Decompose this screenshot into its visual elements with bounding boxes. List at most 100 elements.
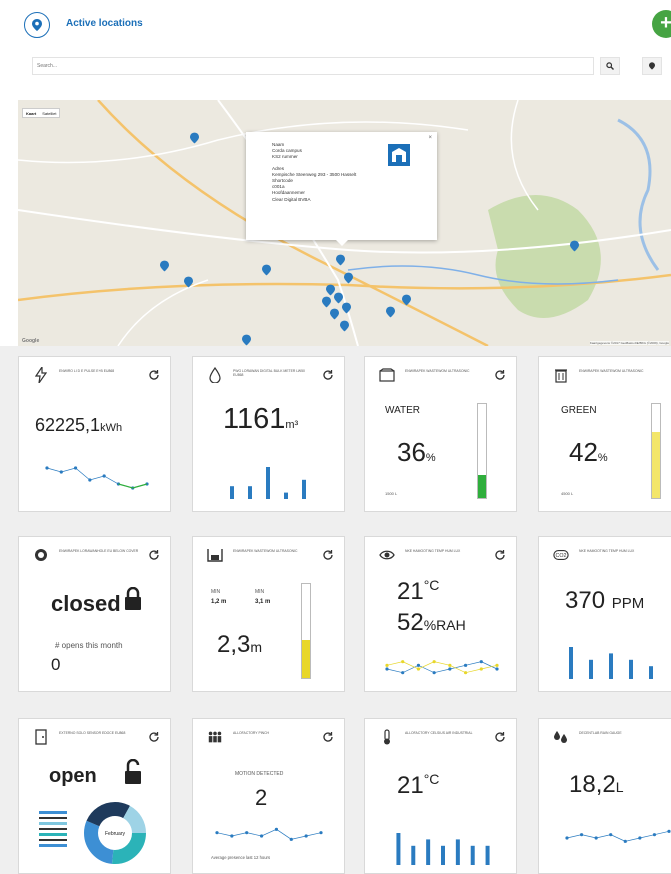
spark-point [448, 667, 452, 671]
refresh-icon[interactable] [494, 731, 506, 743]
min-value: 1,2 m [211, 599, 227, 605]
map-marker-icon[interactable] [330, 308, 339, 320]
widget-card-manhole[interactable]: ENWIRAPEK LORAWANHOLE EU BELOW COVER clo… [18, 536, 171, 692]
map-type-toggle[interactable]: Kaart Satelliet [22, 108, 61, 118]
widget-value: 2 [255, 785, 268, 810]
widget-card-door[interactable]: EXTERNO SOLO SENSOR EDOCE EU868 open Feb… [18, 718, 171, 874]
map-marker-icon[interactable] [242, 334, 251, 346]
door-icon [33, 729, 49, 745]
spark-point [463, 671, 468, 675]
location-popup: Naam Corda campus KS2 rummer Adres Kempi… [246, 132, 437, 246]
widget-card-co2[interactable]: CO2 NKE HAMOOTING TEMP HUM LUX 370 PPM [538, 536, 671, 692]
thermometer-icon [379, 729, 395, 745]
refresh-icon[interactable] [322, 369, 334, 381]
trash-bin-icon [553, 367, 569, 383]
refresh-icon[interactable] [322, 549, 334, 561]
bar-chart [230, 467, 306, 499]
widget-card-temp-hum[interactable]: NKE HAMOOTING TEMP HUM LUX 21°C 52%RAH [364, 536, 517, 692]
map-marker-icon[interactable] [342, 302, 351, 314]
map-marker-icon[interactable] [336, 254, 345, 266]
bar-chart [396, 833, 490, 865]
lock-closed-icon [125, 587, 141, 610]
tank-label: WATER [385, 405, 420, 416]
widget-title: PWG LORAWAN DIGITAL BULK METER LW50 EU86… [233, 369, 305, 378]
spark-point [385, 663, 389, 667]
widget-card-green-tank[interactable]: ENWIRAPEK WASTEWOM ULTRASONIC GREEN 42% … [538, 356, 671, 512]
map-marker-icon[interactable] [570, 240, 579, 252]
donut-chart: February [84, 802, 146, 864]
map-marker-icon[interactable] [160, 260, 169, 272]
tank-capacity: 4500 L [561, 491, 574, 496]
widget-value: 1161m³ [223, 403, 299, 435]
widget-title: ENWIRAPEK LORAWANHOLE EU BELOW COVER [59, 549, 139, 553]
bar [411, 845, 416, 865]
search-input[interactable] [32, 57, 594, 75]
refresh-icon[interactable] [494, 369, 506, 381]
refresh-icon[interactable] [494, 549, 506, 561]
add-location-button[interactable]: + [652, 10, 671, 38]
lightning-icon [33, 367, 49, 383]
map-marker-icon[interactable] [340, 320, 349, 332]
sparkline-chart [45, 466, 149, 490]
widget-card-water-meter[interactable]: PWG LORAWAN DIGITAL BULK METER LW50 EU86… [192, 356, 345, 512]
spark-point [667, 829, 671, 833]
widget-card-temperature[interactable]: ALLOFACTORY CELSIUS AIR INDUSTRIAL 21°C [364, 718, 517, 874]
map-marker-icon[interactable] [190, 132, 199, 144]
spark-line-highlight [118, 483, 148, 489]
location-button[interactable] [24, 12, 50, 38]
bar [396, 833, 401, 865]
spark-line [216, 828, 322, 840]
map-marker-icon[interactable] [262, 264, 271, 276]
widget-card-level[interactable]: ENWIRAPEK WASTEWOM ULTRASONIC MIN 1,2 m … [192, 536, 345, 692]
locate-button[interactable] [642, 57, 662, 75]
widget-card-motion[interactable]: ALLOFACTORY PINCH MOTION DETECTED 2 Aver… [192, 718, 345, 874]
bar [248, 486, 252, 499]
tank-level-bar [651, 403, 661, 499]
map-marker-icon[interactable] [322, 296, 331, 308]
refresh-icon[interactable] [148, 731, 160, 743]
humidity-value: 52%RAH [397, 609, 466, 636]
bar [470, 845, 475, 865]
spark-point [385, 667, 389, 671]
spark-point [401, 660, 405, 664]
map-marker-icon[interactable] [386, 306, 395, 318]
widget-card-energy[interactable]: ENWIRO LI D E PULSE E+B EU868 62225,1kWh [18, 356, 171, 512]
bar [629, 659, 633, 679]
refresh-icon[interactable] [322, 731, 334, 743]
spark-point [652, 833, 657, 837]
refresh-icon[interactable] [148, 369, 160, 381]
page-title: Active locations [66, 18, 143, 29]
map-marker-icon[interactable] [184, 276, 193, 288]
widget-card-rain[interactable]: DECENTLAB RAIN GAUGE 18,2L [538, 718, 671, 874]
spark-point [638, 836, 642, 840]
spark-point [479, 667, 483, 671]
locations-map[interactable]: Kaart Satelliet Naam Corda campus KS2 ru… [18, 100, 671, 346]
satellite-view-button[interactable]: Satelliet [39, 109, 59, 117]
popup-owner: Clear Digital BVBA [272, 196, 311, 202]
map-marker-icon[interactable] [402, 294, 411, 306]
widget-value: open [49, 765, 97, 787]
popup-close-icon[interactable]: × [428, 135, 432, 141]
map-provider-logo: Google [22, 338, 40, 344]
donut-center-label: February [105, 831, 126, 837]
opens-value: 0 [51, 655, 61, 674]
refresh-icon[interactable] [148, 549, 160, 561]
co2-sensor-icon: CO2 [553, 547, 569, 563]
map-marker-icon[interactable] [344, 272, 353, 284]
max-label: MIN [255, 589, 265, 595]
widget-value: 21°C [397, 771, 440, 799]
location-pin-icon [32, 19, 42, 31]
map-view-button[interactable]: Kaart [23, 109, 39, 117]
lock-open-icon [125, 759, 141, 784]
spark-point [479, 660, 483, 664]
widget-card-water-tank[interactable]: ENWIRAPEK WASTEWOM ULTRASONIC WATER 36% … [364, 356, 517, 512]
tank-level-bar [301, 583, 311, 679]
search-button[interactable] [600, 57, 620, 75]
widget-title: ENWIRAPEK WASTEWOM ULTRASONIC [579, 369, 644, 373]
widget-title: ALLOFACTORY CELSIUS AIR INDUSTRIAL [405, 731, 473, 735]
tank-capacity: 1500 L [385, 491, 398, 496]
bar [455, 839, 460, 865]
spark-point [565, 836, 569, 840]
spark-point [448, 663, 452, 667]
tank-level-bar [477, 403, 487, 499]
